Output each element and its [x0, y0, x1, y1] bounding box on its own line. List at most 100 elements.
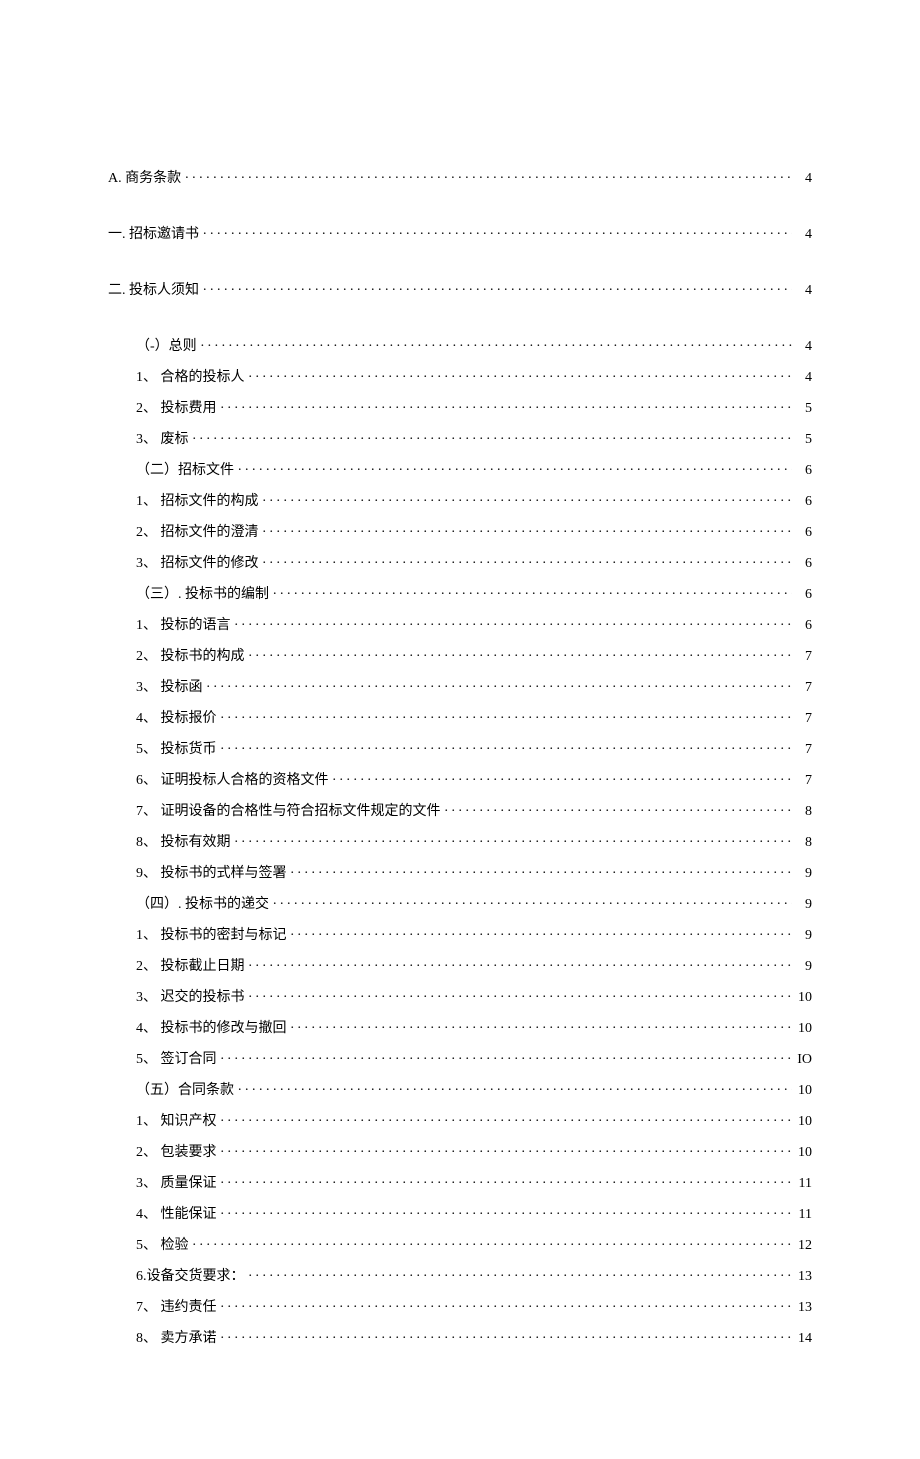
toc-entry-label: 4、 性能保证 — [136, 1208, 217, 1222]
toc-leader-dots — [221, 398, 793, 412]
toc-entry: （三）. 投标书的编制 6 — [108, 584, 812, 602]
toc-entry-label: 8、 投标有效期 — [136, 836, 231, 850]
toc-entry-page: 10 — [794, 991, 812, 1005]
toc-entry-label: （二）招标文件 — [136, 464, 234, 478]
toc-entry-label: 5、 检验 — [136, 1239, 189, 1253]
toc-leader-dots — [203, 280, 792, 294]
toc-entry-page: 11 — [794, 1177, 812, 1191]
toc-leader-dots — [273, 894, 792, 908]
toc-entry-page: 6 — [794, 588, 812, 602]
toc-entry-label: 1、 知识产权 — [136, 1115, 217, 1129]
toc-entry-label: 5、 投标货币 — [136, 743, 217, 757]
toc-entry-label: 1、 投标书的密封与标记 — [136, 929, 287, 943]
toc-entry: 1、 合格的投标人4 — [108, 367, 812, 385]
toc-entry-page: 9 — [794, 898, 812, 912]
toc-entry-label: 3、 废标 — [136, 433, 189, 447]
toc-entry-page: 10 — [794, 1115, 812, 1129]
toc-entry-label: 1、 投标的语言 — [136, 619, 231, 633]
toc-entry-label: 6、 证明投标人合格的资格文件 — [136, 774, 329, 788]
toc-entry-label: 一. 招标邀请书 — [108, 228, 199, 242]
toc-entry-label: （-）总则 — [136, 340, 197, 354]
toc-entry: 7、 违约责任13 — [108, 1297, 812, 1315]
toc-entry: （-）总则 4 — [108, 336, 812, 354]
toc-entry-page: IO — [794, 1053, 812, 1067]
toc-entry-page: 9 — [794, 867, 812, 881]
toc-entry: 4、 投标书的修改与撤回 10 — [108, 1018, 812, 1036]
toc-entry-page: 7 — [794, 712, 812, 726]
toc-entry: A. 商务条款4 — [108, 168, 812, 186]
toc-entry-label: 3、 投标函 — [136, 681, 203, 695]
toc-leader-dots — [221, 739, 793, 753]
table-of-contents: A. 商务条款4一. 招标邀请书4二. 投标人须知4（-）总则41、 合格的投标… — [108, 168, 812, 1346]
toc-entry-page: 4 — [794, 228, 812, 242]
toc-entry-page: 4 — [794, 340, 812, 354]
toc-entry-label: 1、 合格的投标人 — [136, 371, 245, 385]
toc-entry-page: 8 — [794, 836, 812, 850]
toc-leader-dots — [238, 460, 792, 474]
toc-entry: 2、 包装要求 10 — [108, 1142, 812, 1160]
toc-entry-page: 7 — [794, 774, 812, 788]
toc-entry: 6、 证明投标人合格的资格文件 7 — [108, 770, 812, 788]
toc-leader-dots — [249, 956, 793, 970]
toc-leader-dots — [221, 1173, 793, 1187]
toc-entry-label: 4、 投标书的修改与撤回 — [136, 1022, 287, 1036]
toc-leader-dots — [249, 646, 793, 660]
toc-entry-page: 10 — [794, 1146, 812, 1160]
toc-entry-label: 1、 招标文件的构成 — [136, 495, 259, 509]
toc-entry: 8、 投标有效期 8 — [108, 832, 812, 850]
toc-entry-label: 2、 投标费用 — [136, 402, 217, 416]
toc-entry: 1、 知识产权 10 — [108, 1111, 812, 1129]
toc-entry-page: 13 — [794, 1270, 812, 1284]
toc-leader-dots — [333, 770, 793, 784]
toc-entry-label: 2、 投标截止日期 — [136, 960, 245, 974]
toc-leader-dots — [273, 584, 792, 598]
toc-entry: 7、 证明设备的合格性与符合招标文件规定的文件 8 — [108, 801, 812, 819]
toc-entry-label: （四）. 投标书的递交 — [136, 898, 269, 912]
toc-entry-page: 5 — [794, 433, 812, 447]
toc-leader-dots — [249, 987, 793, 1001]
toc-leader-dots — [221, 1142, 793, 1156]
toc-entry: 4、 性能保证11 — [108, 1204, 812, 1222]
document-page: A. 商务条款4一. 招标邀请书4二. 投标人须知4（-）总则41、 合格的投标… — [0, 0, 920, 1459]
toc-entry: （四）. 投标书的递交 9 — [108, 894, 812, 912]
toc-leader-dots — [249, 1266, 793, 1280]
toc-entry-page: 8 — [794, 805, 812, 819]
toc-entry-page: 4 — [794, 284, 812, 298]
toc-entry: 4、 投标报价7 — [108, 708, 812, 726]
toc-entry-label: 2、 包装要求 — [136, 1146, 217, 1160]
toc-leader-dots — [185, 168, 792, 182]
toc-entry: 8、 卖方承诺14 — [108, 1328, 812, 1346]
toc-entry: 3、 迟交的投标书 10 — [108, 987, 812, 1005]
toc-entry: 3、 招标文件的修改6 — [108, 553, 812, 571]
toc-entry-page: 9 — [794, 960, 812, 974]
toc-entry: 2、 招标文件的澄清6 — [108, 522, 812, 540]
toc-leader-dots — [235, 832, 793, 846]
toc-entry: 一. 招标邀请书 4 — [108, 224, 812, 242]
toc-entry-label: （三）. 投标书的编制 — [136, 588, 269, 602]
toc-leader-dots — [445, 801, 793, 815]
toc-leader-dots — [249, 367, 793, 381]
toc-entry-label: 3、 迟交的投标书 — [136, 991, 245, 1005]
toc-entry-page: 7 — [794, 743, 812, 757]
toc-entry: 9、 投标书的式样与签署 9 — [108, 863, 812, 881]
toc-leader-dots — [201, 336, 792, 350]
toc-leader-dots — [193, 429, 793, 443]
toc-entry-page: 10 — [794, 1022, 812, 1036]
toc-entry: （二）招标文件6 — [108, 460, 812, 478]
toc-entry-label: 7、 证明设备的合格性与符合招标文件规定的文件 — [136, 805, 441, 819]
toc-entry-label: 9、 投标书的式样与签署 — [136, 867, 287, 881]
toc-entry: 1、 投标的语言 6 — [108, 615, 812, 633]
toc-leader-dots — [235, 615, 793, 629]
toc-entry-page: 10 — [794, 1084, 812, 1098]
toc-entry: （五）合同条款10 — [108, 1080, 812, 1098]
toc-leader-dots — [221, 708, 793, 722]
toc-leader-dots — [221, 1297, 793, 1311]
toc-entry-page: 6 — [794, 619, 812, 633]
toc-entry: 3、 质量保证 11 — [108, 1173, 812, 1191]
toc-leader-dots — [207, 677, 793, 691]
toc-entry: 3、 投标函7 — [108, 677, 812, 695]
toc-entry-label: 2、 招标文件的澄清 — [136, 526, 259, 540]
toc-entry-label: 3、 质量保证 — [136, 1177, 217, 1191]
toc-leader-dots — [221, 1328, 793, 1342]
toc-entry-page: 7 — [794, 650, 812, 664]
